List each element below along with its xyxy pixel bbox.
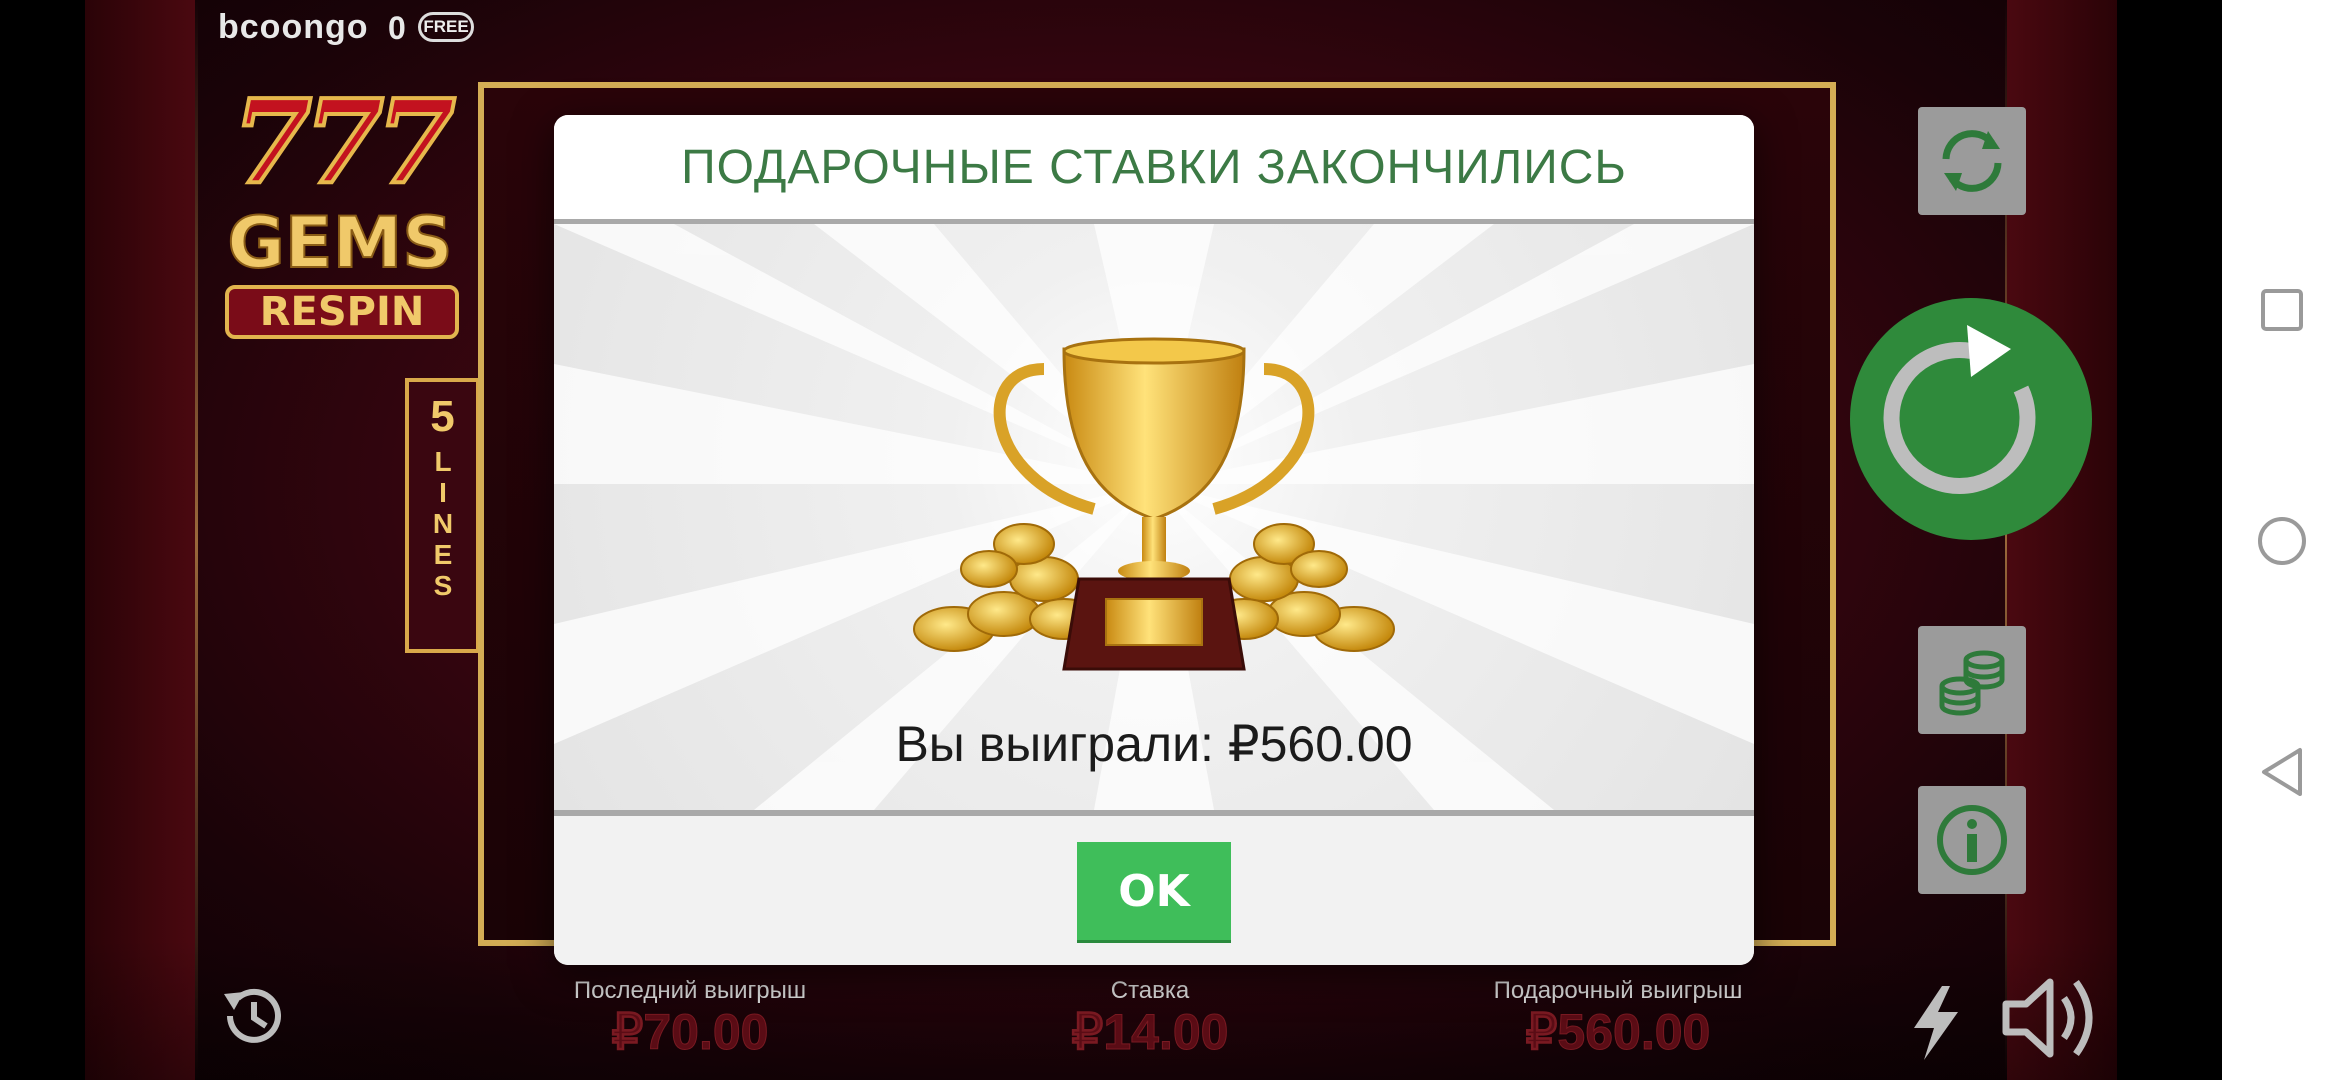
gift-win-label: Подарочный выигрыш [1493, 977, 1743, 1004]
bet: Ставка ₽14.00 [1030, 977, 1270, 1061]
provider-logo: bcoongo [218, 8, 369, 46]
dialog-footer: OK [554, 816, 1754, 965]
android-nav-bar [2222, 0, 2340, 1080]
bet-button[interactable] [1918, 626, 2026, 734]
free-badge: FREE [418, 12, 474, 42]
history-icon [224, 988, 281, 1043]
logo-gems: GEMS [226, 202, 453, 284]
ok-button[interactable]: OK [1077, 842, 1231, 940]
sound-button[interactable] [2000, 968, 2104, 1073]
square-icon [2261, 289, 2303, 331]
trophy-icon [913, 337, 1395, 671]
free-spins-count: 0 [388, 10, 406, 46]
gift-win: Подарочный выигрыш ₽560.00 [1470, 977, 1766, 1061]
gift-win-value: ₽560.00 [1525, 1004, 1711, 1061]
bet-label: Ставка [1110, 977, 1190, 1004]
gift-bets-ended-dialog: ПОДАРОЧНЫЕ СТАВКИ ЗАКОНЧИЛИСЬ Вы выиграл… [554, 115, 1754, 965]
logo-respin: RESPIN [225, 285, 459, 339]
last-win-value: ₽70.00 [611, 1004, 769, 1061]
recents-button[interactable] [2260, 288, 2304, 337]
turbo-button[interactable] [1906, 982, 1966, 1067]
lines-number: 5 [430, 392, 455, 441]
last-win: Последний выигрыш ₽70.00 [555, 977, 825, 1061]
autoplay-icon [1942, 130, 2002, 192]
dialog-title: ПОДАРОЧНЫЕ СТАВКИ ЗАКОНЧИЛИСЬ [681, 140, 1627, 194]
game-logo: 777 GEMS RESPIN [215, 75, 465, 350]
autoplay-button[interactable] [1918, 107, 2026, 215]
info-button[interactable] [1918, 786, 2026, 894]
triangle-back-icon [2262, 748, 2302, 796]
speaker-icon [2002, 978, 2093, 1058]
bet-value: ₽14.00 [1071, 1004, 1229, 1061]
lightning-icon [1914, 986, 1958, 1060]
coins-icon [1939, 650, 2005, 716]
win-amount-text: Вы выиграли: ₽560.00 [895, 716, 1413, 772]
info-icon [1937, 805, 2007, 875]
lines-indicator: 5 LINES [405, 378, 480, 653]
home-button[interactable] [2256, 515, 2308, 572]
spin-icon [1883, 325, 2036, 495]
history-button[interactable] [216, 980, 288, 1057]
last-win-label: Последний выигрыш [573, 977, 807, 1004]
decor-stripe [195, 0, 198, 1080]
circle-icon [2258, 517, 2306, 565]
dialog-header: ПОДАРОЧНЫЕ СТАВКИ ЗАКОНЧИЛИСЬ [554, 115, 1754, 224]
back-button[interactable] [2258, 746, 2306, 803]
spin-button[interactable] [1850, 298, 2092, 540]
logo-sevens: 777 [230, 75, 458, 210]
lines-word: LINES [427, 446, 459, 601]
